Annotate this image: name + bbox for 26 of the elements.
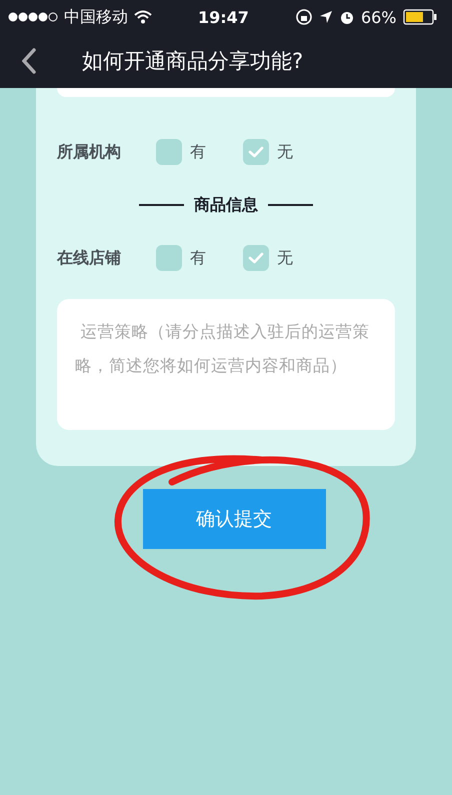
checkbox[interactable] xyxy=(243,245,269,271)
battery-percent: 66% xyxy=(360,8,396,26)
checkbox[interactable] xyxy=(156,245,182,271)
check-icon xyxy=(248,146,264,158)
strategy-field[interactable]: 运营策略（请分点描述入驻后的运营策略，简述您将如何运营内容和商品） xyxy=(57,299,395,430)
checkbox[interactable] xyxy=(243,139,269,165)
page-title: 如何开通商品分享功能? xyxy=(82,48,304,75)
rotation-lock-icon xyxy=(294,8,313,26)
location-icon xyxy=(318,10,333,24)
option-label: 无 xyxy=(277,142,294,162)
checkbox[interactable] xyxy=(156,139,182,165)
wifi-icon xyxy=(134,10,152,24)
option-label: 有 xyxy=(190,142,207,162)
back-icon[interactable] xyxy=(22,48,36,74)
section-heading: 商品信息 xyxy=(194,194,258,216)
field-label: 在线店铺 xyxy=(57,248,122,268)
alarm-icon xyxy=(338,9,355,25)
battery-icon xyxy=(402,9,436,25)
field-label: 所属机构 xyxy=(57,142,122,162)
option-label: 无 xyxy=(277,248,294,268)
status-time: 19:47 xyxy=(198,8,249,26)
submit-button[interactable]: 确认提交 xyxy=(142,489,326,549)
option-label: 有 xyxy=(190,248,207,268)
carrier-name: 中国移动 xyxy=(64,6,128,28)
signal-icon xyxy=(8,12,58,22)
check-icon xyxy=(248,252,264,264)
